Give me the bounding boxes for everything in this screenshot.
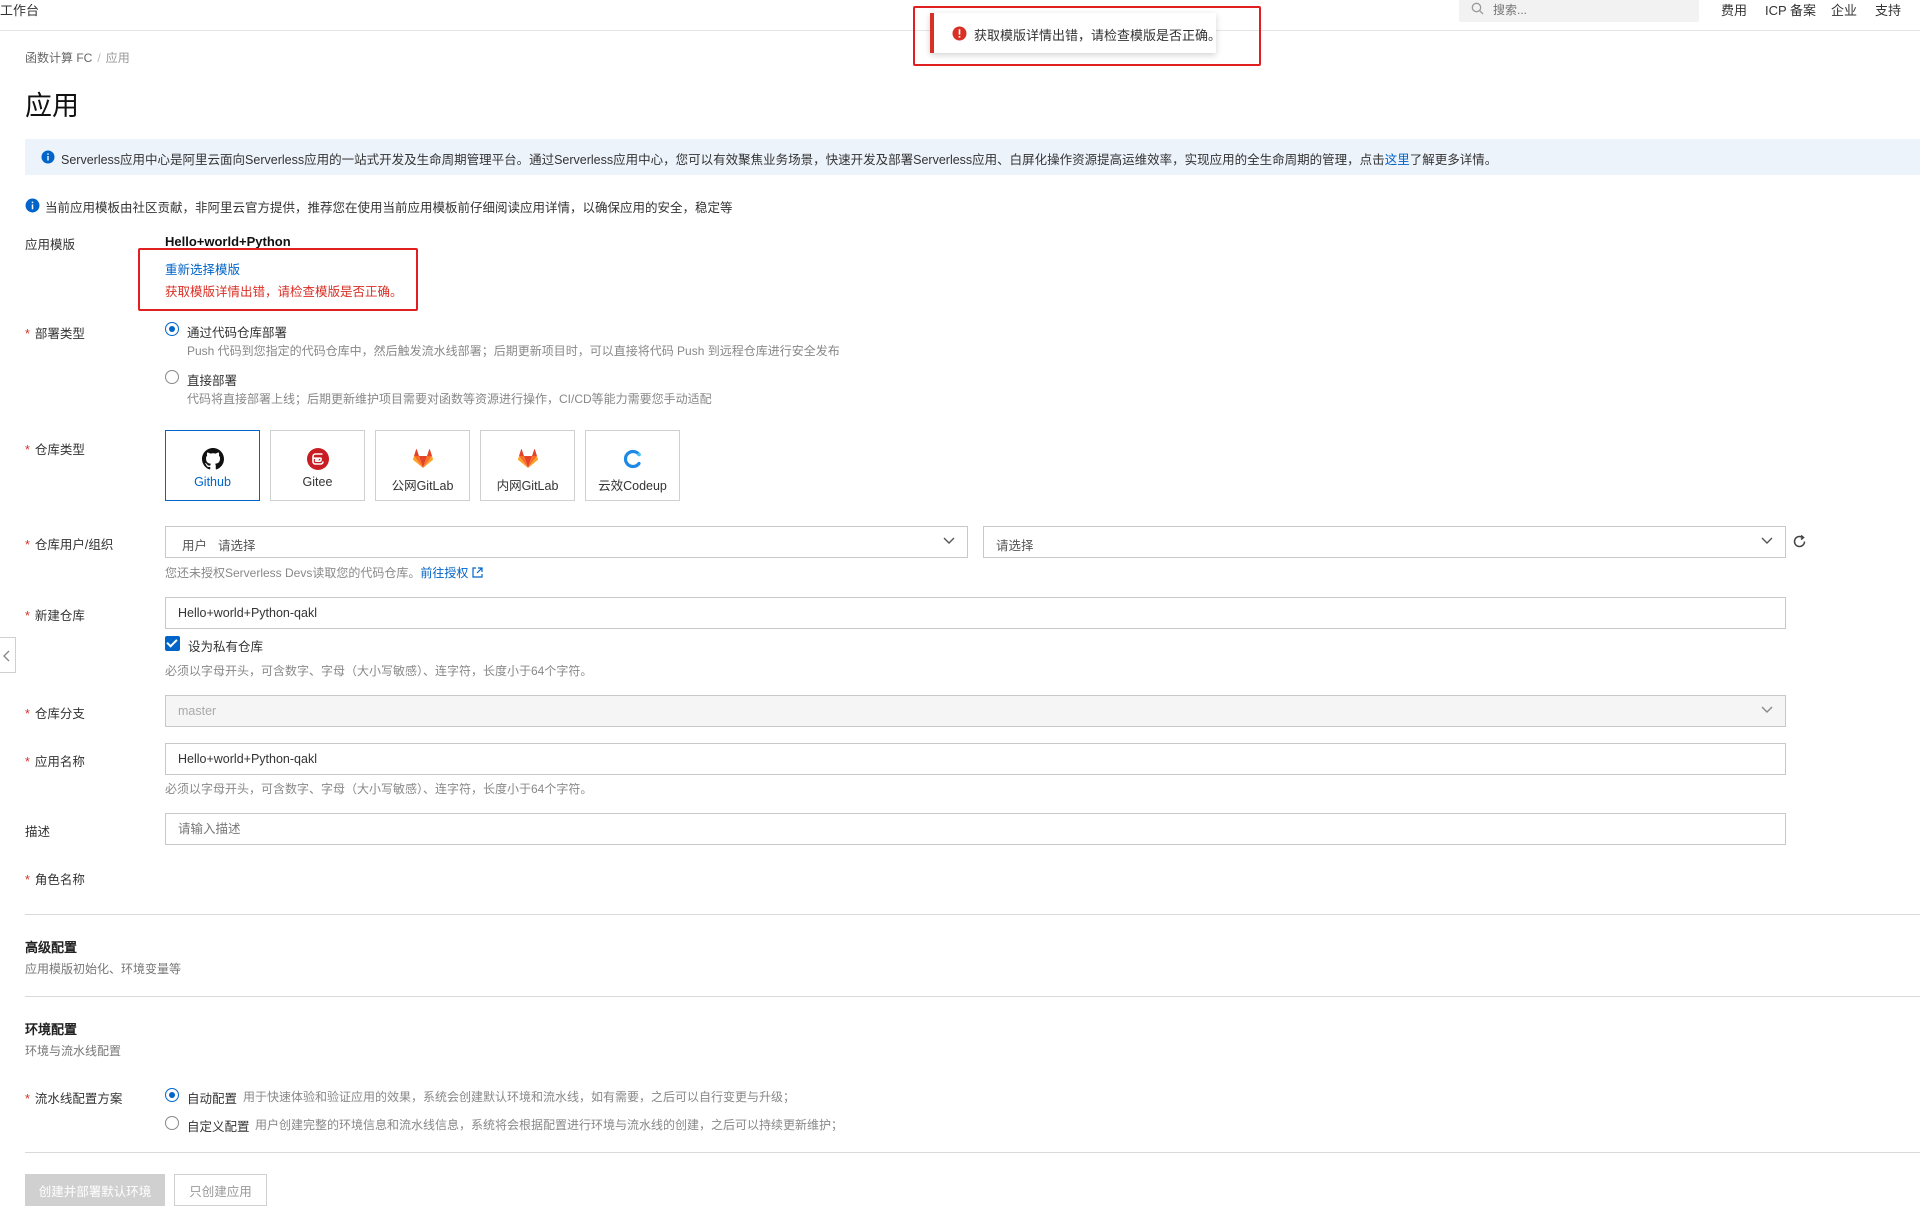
private-repo-label: 设为私有仓库 — [188, 640, 264, 654]
chevron-left-icon — [3, 650, 10, 662]
codeup-icon — [623, 449, 641, 469]
description-input[interactable] — [165, 813, 1786, 845]
deploy-direct-radio[interactable] — [165, 370, 179, 384]
toast-message: 获取模版详情出错，请检查模版是否正确。 — [974, 28, 1222, 43]
reselect-template-link[interactable]: 重新选择模版 — [165, 259, 240, 278]
new-repo-label: * 新建仓库 — [25, 609, 85, 623]
nav-fees[interactable]: 费用 — [1721, 0, 1747, 19]
authorize-link[interactable]: 前往授权 — [420, 566, 483, 580]
search-input[interactable] — [1493, 0, 1683, 20]
deploy-repo-radio[interactable] — [165, 322, 179, 336]
sidebar-toggle[interactable] — [0, 637, 16, 673]
info-icon — [41, 150, 55, 164]
template-label: 应用模版 — [25, 238, 76, 252]
repo-card-public-gitlab[interactable]: 公网GitLab — [375, 430, 470, 501]
pipeline-custom-radio[interactable] — [165, 1116, 179, 1130]
env-config-title: 环境配置 — [25, 1022, 78, 1037]
nav-icp[interactable]: ICP 备案 — [1765, 0, 1816, 19]
authorize-hint: 您还未授权Serverless Devs读取您的代码仓库。前往授权 — [165, 564, 483, 581]
section-divider — [25, 996, 1920, 997]
repo-card-github[interactable]: Github — [165, 430, 260, 501]
gitlab-icon — [412, 449, 434, 468]
pipeline-auto-radio[interactable] — [165, 1088, 179, 1102]
deploy-type-label: * 部署类型 — [25, 327, 85, 341]
search-icon — [1471, 2, 1484, 15]
branch-value: master — [178, 704, 217, 718]
search-box[interactable] — [1459, 0, 1699, 22]
chevron-down-icon — [1761, 706, 1773, 713]
app-name-label: * 应用名称 — [25, 755, 85, 769]
breadcrumb: 函数计算 FC / 应用 — [25, 49, 130, 66]
section-divider — [25, 914, 1920, 915]
branch-select: master — [165, 695, 1786, 727]
create-only-button[interactable]: 只创建应用 — [174, 1174, 267, 1206]
nav-enterprise[interactable]: 企业 — [1831, 0, 1857, 19]
workbench-link[interactable]: 工作台 — [0, 0, 39, 19]
breadcrumb-root[interactable]: 函数计算 FC — [25, 51, 92, 65]
repo-card-label: Github — [194, 475, 231, 489]
repo-owner-label: * 仓库用户/组织 — [25, 538, 114, 552]
notice-text: 当前应用模板由社区贡献，非阿里云官方提供，推荐您在使用当前应用模板前仔细阅读应用… — [45, 201, 733, 215]
nav-support[interactable]: 支持 — [1875, 0, 1901, 19]
template-error-text: 获取模版详情出错，请检查模版是否正确。 — [165, 285, 403, 299]
owner-type-prefix: 用户 — [182, 539, 208, 553]
app-name-hint: 必须以字母开头，可含数字、字母（大小写敏感）、连字符，长度小于64个字符。 — [165, 782, 593, 796]
pipeline-label: * 流水线配置方案 — [25, 1092, 123, 1106]
info-banner-text: Serverless应用中心是阿里云面向Serverless应用的一站式开发及生… — [61, 153, 1498, 167]
pipeline-custom-title: 自定义配置 — [187, 1120, 250, 1134]
chevron-down-icon — [943, 537, 955, 544]
page-title: 应用 — [25, 91, 79, 121]
gitlab-icon — [517, 449, 539, 468]
deploy-direct-title: 直接部署 — [187, 374, 238, 388]
repo-card-label: 内网GitLab — [496, 479, 559, 493]
repo-card-label: Gitee — [302, 475, 333, 489]
info-icon — [25, 198, 40, 213]
role-label: * 角色名称 — [25, 873, 85, 887]
error-toast: 获取模版详情出错，请检查模版是否正确。 — [930, 13, 1221, 53]
repo-type-label: * 仓库类型 — [25, 443, 85, 457]
private-repo-checkbox[interactable] — [165, 636, 180, 651]
breadcrumb-current: 应用 — [105, 51, 130, 65]
advanced-config-subtitle: 应用模版初始化、环境变量等 — [25, 962, 182, 976]
advanced-config-title[interactable]: 高级配置 — [25, 937, 77, 956]
description-label: 描述 — [25, 825, 51, 839]
pipeline-auto-desc: 用于快速体验和验证应用的效果，系统会创建默认环境和流水线，如有需要，之后可以自行… — [243, 1090, 796, 1104]
repo-card-codeup[interactable]: 云效Codeup — [585, 430, 680, 501]
deploy-repo-title: 通过代码仓库部署 — [187, 326, 288, 340]
repo-card-label: 公网GitLab — [391, 479, 454, 493]
repo-card-label: 云效Codeup — [598, 479, 667, 493]
info-banner: Serverless应用中心是阿里云面向Serverless应用的一站式开发及生… — [25, 139, 1920, 175]
branch-label: * 仓库分支 — [25, 707, 85, 721]
external-link-icon — [472, 567, 483, 578]
refresh-icon[interactable] — [1792, 534, 1807, 549]
chevron-down-icon — [1761, 537, 1773, 544]
org-select-value: 请选择 — [996, 539, 1034, 553]
deploy-repo-desc: Push 代码到您指定的代码仓库中，然后触发流水线部署；后期更新项目时，可以直接… — [187, 344, 840, 358]
repo-owner-select[interactable]: 用户 请选择 — [165, 526, 968, 558]
repo-org-select[interactable]: 请选择 — [983, 526, 1786, 558]
github-icon — [202, 448, 224, 470]
pipeline-custom-desc: 用户创建完整的环境信息和流水线信息，系统将会根据配置进行环境与流水线的创建，之后… — [255, 1118, 844, 1132]
env-config-subtitle: 环境与流水线配置 — [25, 1044, 122, 1058]
template-error-highlight-box — [138, 248, 418, 311]
create-deploy-button[interactable]: 创建并部署默认环境 — [25, 1174, 165, 1206]
repo-card-gitee[interactable]: Gitee — [270, 430, 365, 501]
app-name-input[interactable] — [165, 743, 1786, 775]
breadcrumb-separator: / — [97, 51, 101, 65]
template-name: Hello+world+Python — [165, 234, 291, 249]
new-repo-input[interactable] — [165, 597, 1786, 629]
gitee-icon — [307, 448, 329, 470]
pipeline-auto-title: 自动配置 — [187, 1092, 238, 1106]
learn-more-link[interactable]: 这里 — [1385, 153, 1410, 167]
new-repo-hint: 必须以字母开头，可含数字、字母（大小写敏感）、连字符，长度小于64个字符。 — [165, 664, 593, 678]
deploy-direct-desc: 代码将直接部署上线；后期更新维护项目需要对函数等资源进行操作，CI/CD等能力需… — [187, 392, 712, 406]
repo-card-private-gitlab[interactable]: 内网GitLab — [480, 430, 575, 501]
owner-select-value: 请选择 — [218, 539, 256, 553]
error-icon — [952, 26, 967, 41]
section-divider — [25, 1152, 1920, 1153]
